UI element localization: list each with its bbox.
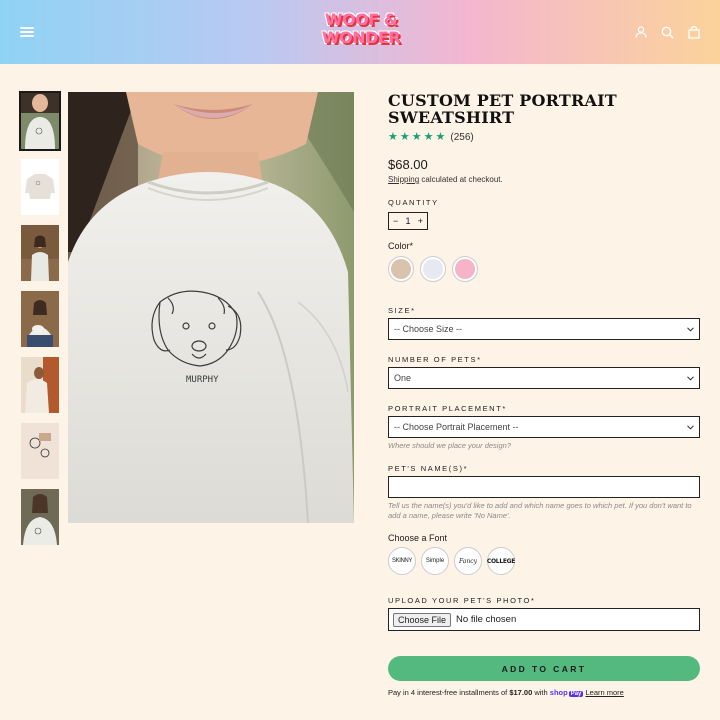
quantity-stepper: − 1 + — [388, 212, 428, 230]
quantity-label: QUANTITY — [388, 198, 439, 207]
quantity-value[interactable]: 1 — [405, 216, 410, 226]
product-title: CUSTOM PET PORTRAIT SWEATSHIRT — [388, 91, 617, 127]
thumbnail-5[interactable] — [21, 357, 59, 413]
add-to-cart-button[interactable]: ADD TO CART — [388, 656, 700, 681]
pets-label: NUMBER OF PETS* — [388, 355, 482, 364]
menu-icon[interactable] — [20, 27, 34, 37]
chevron-down-icon — [687, 326, 694, 332]
installments-note: Pay in 4 interest-free installments of $… — [388, 688, 700, 697]
pet-names-field: PET'S NAME(S)* Tell us the name(s) you'd… — [388, 464, 700, 521]
shipping-link[interactable]: Shipping — [388, 175, 419, 184]
pet-names-hint: Tell us the name(s) you'd like to add an… — [388, 501, 692, 520]
placement-select-value: -- Choose Portrait Placement -- — [394, 422, 519, 432]
logo-line-1: WOOF & — [324, 10, 398, 29]
shipping-note: Shipping calculated at checkout. — [388, 175, 700, 184]
embroidered-pet-name: MURPHY — [186, 375, 219, 385]
thumbnail-3[interactable] — [21, 225, 59, 281]
star-icon: ★ — [411, 131, 422, 143]
shop-pay-logo: shop Pay — [550, 688, 584, 697]
size-field: SIZE* -- Choose Size -- — [388, 306, 700, 340]
thumbnail-6[interactable] — [21, 423, 59, 479]
star-icon: ★ — [399, 131, 410, 143]
installments-amount: $17.00 — [509, 688, 533, 697]
pets-select-value: One — [394, 373, 412, 383]
product-price: $68.00 — [388, 157, 428, 172]
upload-label: UPLOAD YOUR PET'S PHOTO* — [388, 596, 536, 605]
color-swatches — [388, 256, 700, 282]
logo-line-2: WONDER — [321, 28, 401, 47]
site-header: WOOF & WONDER — [0, 0, 720, 64]
chevron-down-icon — [687, 424, 694, 430]
font-field: Choose a Font SKINNY Simple Fancy COLLEG… — [388, 533, 700, 575]
product-main-image[interactable]: MURPHY — [68, 92, 354, 523]
size-select-value: -- Choose Size -- — [394, 324, 463, 334]
brand-logo[interactable]: WOOF & WONDER — [318, 12, 404, 52]
thumbnail-gallery — [19, 91, 61, 555]
font-option-fancy[interactable]: Fancy — [454, 547, 482, 575]
star-icon: ★ — [435, 131, 446, 143]
pet-names-label: PET'S NAME(S)* — [388, 464, 469, 473]
font-option-skinny[interactable]: SKINNY — [388, 547, 416, 575]
file-status: No file chosen — [456, 614, 517, 625]
font-options: SKINNY Simple Fancy COLLEGE — [388, 547, 700, 575]
size-select[interactable]: -- Choose Size -- — [388, 318, 700, 340]
review-count[interactable]: (256) — [450, 132, 473, 143]
learn-more-link[interactable]: Learn more — [585, 688, 623, 697]
thumbnail-7[interactable] — [21, 489, 59, 545]
quantity-increase-button[interactable]: + — [418, 216, 423, 226]
installments-with: with — [532, 688, 550, 697]
installments-text: Pay in 4 interest-free installments of — [388, 688, 510, 697]
pet-names-input[interactable] — [388, 476, 700, 498]
product-info: CUSTOM PET PORTRAIT SWEATSHIRT ★ ★ ★ ★ ★… — [388, 91, 700, 697]
cart-icon[interactable] — [688, 25, 700, 39]
shipping-note-text: calculated at checkout. — [419, 175, 503, 184]
product-rating[interactable]: ★ ★ ★ ★ ★ (256) — [388, 131, 700, 144]
choose-file-button[interactable]: Choose File — [393, 612, 452, 627]
upload-field: UPLOAD YOUR PET'S PHOTO* Choose File No … — [388, 596, 700, 631]
color-swatch-pink[interactable] — [452, 256, 478, 282]
size-label: SIZE* — [388, 306, 416, 315]
placement-label: PORTRAIT PLACEMENT* — [388, 404, 507, 413]
thumbnail-1[interactable] — [19, 91, 61, 151]
color-label: Color* — [388, 241, 414, 251]
file-upload[interactable]: Choose File No file chosen — [388, 608, 700, 631]
thumbnail-2[interactable] — [21, 159, 59, 215]
account-icon[interactable] — [635, 26, 647, 38]
star-icon: ★ — [388, 131, 398, 143]
font-option-simple[interactable]: Simple — [421, 547, 449, 575]
quantity-decrease-button[interactable]: − — [393, 216, 398, 226]
font-label: Choose a Font — [388, 533, 448, 543]
font-option-college[interactable]: COLLEGE — [487, 547, 515, 575]
purchase-area: ADD TO CART Pay in 4 interest-free insta… — [388, 656, 700, 697]
shop-pay-shop: shop — [549, 688, 568, 697]
placement-select[interactable]: -- Choose Portrait Placement -- — [388, 416, 700, 438]
placement-field: PORTRAIT PLACEMENT* -- Choose Portrait P… — [388, 404, 700, 451]
search-icon[interactable] — [661, 26, 674, 39]
thumbnail-4[interactable] — [21, 291, 59, 347]
placement-hint: Where should we place your design? — [388, 441, 511, 450]
pets-select[interactable]: One — [388, 367, 700, 389]
shop-pay-pay: Pay — [568, 691, 584, 697]
color-swatch-white[interactable] — [420, 256, 446, 282]
color-swatch-sand[interactable] — [388, 256, 414, 282]
star-icon: ★ — [423, 131, 434, 143]
chevron-down-icon — [687, 375, 694, 381]
pets-field: NUMBER OF PETS* One — [388, 355, 700, 389]
